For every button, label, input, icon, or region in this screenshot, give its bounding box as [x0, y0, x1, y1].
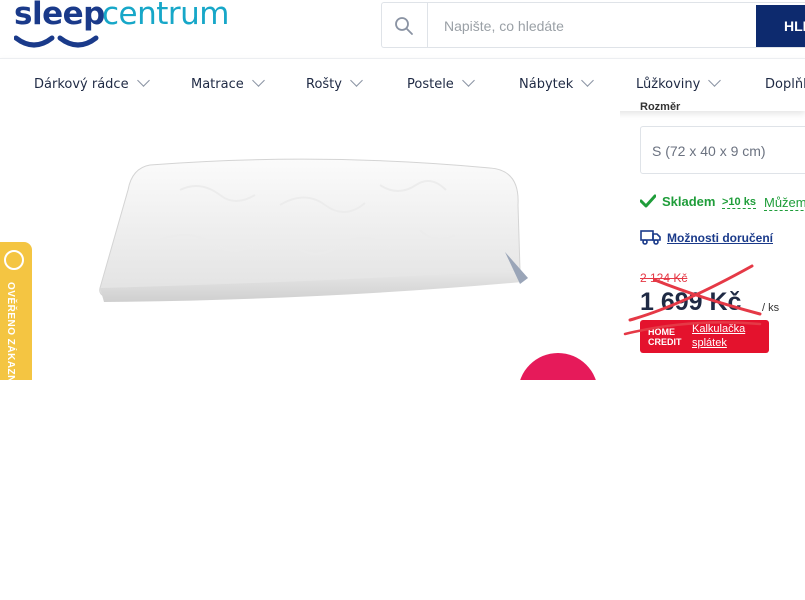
logo-smile-icon: [14, 35, 99, 48]
product-image[interactable]: [0, 110, 620, 380]
nav-item-label: Rošty: [306, 77, 342, 92]
truck-icon: [640, 230, 661, 245]
badge-seal-icon: [4, 250, 24, 270]
blank-area: [0, 380, 805, 600]
search-divider: [427, 3, 428, 47]
chevron-down-icon: [136, 74, 150, 87]
search-input[interactable]: [442, 13, 746, 39]
chevron-down-icon: [581, 74, 595, 87]
check-icon: [640, 194, 656, 208]
pillow-image: [99, 158, 528, 302]
nav-item-bedding[interactable]: Lůžkoviny: [636, 74, 722, 92]
homecredit-logo-line2: CREDIT: [648, 337, 682, 347]
nav-item-label: Dárkový rádce: [34, 77, 129, 92]
size-label: Rozměr: [640, 101, 681, 113]
chevron-down-icon: [350, 74, 363, 87]
chevron-down-icon: [708, 74, 722, 87]
nav-item-label: Doplňky: [765, 77, 805, 92]
nav-item-label: Lůžkoviny: [636, 77, 701, 92]
main-navigation: Dárkový rádce Matrace Rošty Postele Náby…: [0, 58, 805, 111]
size-select[interactable]: S (72 x 40 x 9 cm): [640, 126, 805, 174]
nav-item-furniture[interactable]: Nábytek: [519, 74, 595, 92]
strike-scribble-mark: [623, 264, 762, 336]
stock-label: Skladem: [662, 194, 716, 209]
logo-sleep-text: sleep: [14, 0, 105, 32]
search-icon[interactable]: [394, 16, 414, 36]
site-header: sleep centrum HLEDAT: [0, 0, 805, 58]
nav-item-beds[interactable]: Postele: [407, 74, 475, 92]
verified-customers-badge[interactable]: OVĚŘENO ZÁKAZNÍKY: [0, 242, 32, 380]
stock-extra-link[interactable]: Můžeme: [764, 195, 805, 211]
nav-item-accessories[interactable]: Doplňky: [765, 77, 805, 92]
nav-item-gift-guide[interactable]: Dárkový rádce: [34, 74, 150, 92]
badge-text: OVĚŘENO ZÁKAZNÍKY: [5, 282, 16, 380]
search-bar: [381, 2, 805, 48]
nav-item-slatted-bases[interactable]: Rošty: [306, 74, 363, 92]
homecredit-link-line2: splátek: [692, 337, 727, 349]
delivery-options-link[interactable]: Možnosti doručení: [667, 231, 773, 245]
nav-item-label: Matrace: [191, 77, 244, 92]
stock-count[interactable]: >10 ks: [722, 196, 756, 209]
search-button[interactable]: HLEDAT: [756, 5, 805, 47]
nav-item-label: Nábytek: [519, 77, 574, 92]
chevron-down-icon: [461, 74, 475, 87]
nav-item-mattresses[interactable]: Matrace: [191, 74, 265, 92]
chevron-down-icon: [251, 74, 265, 87]
nav-item-label: Postele: [407, 77, 454, 92]
size-select-value: S (72 x 40 x 9 cm): [652, 143, 766, 159]
logo-centrum-text: centrum: [102, 0, 230, 32]
